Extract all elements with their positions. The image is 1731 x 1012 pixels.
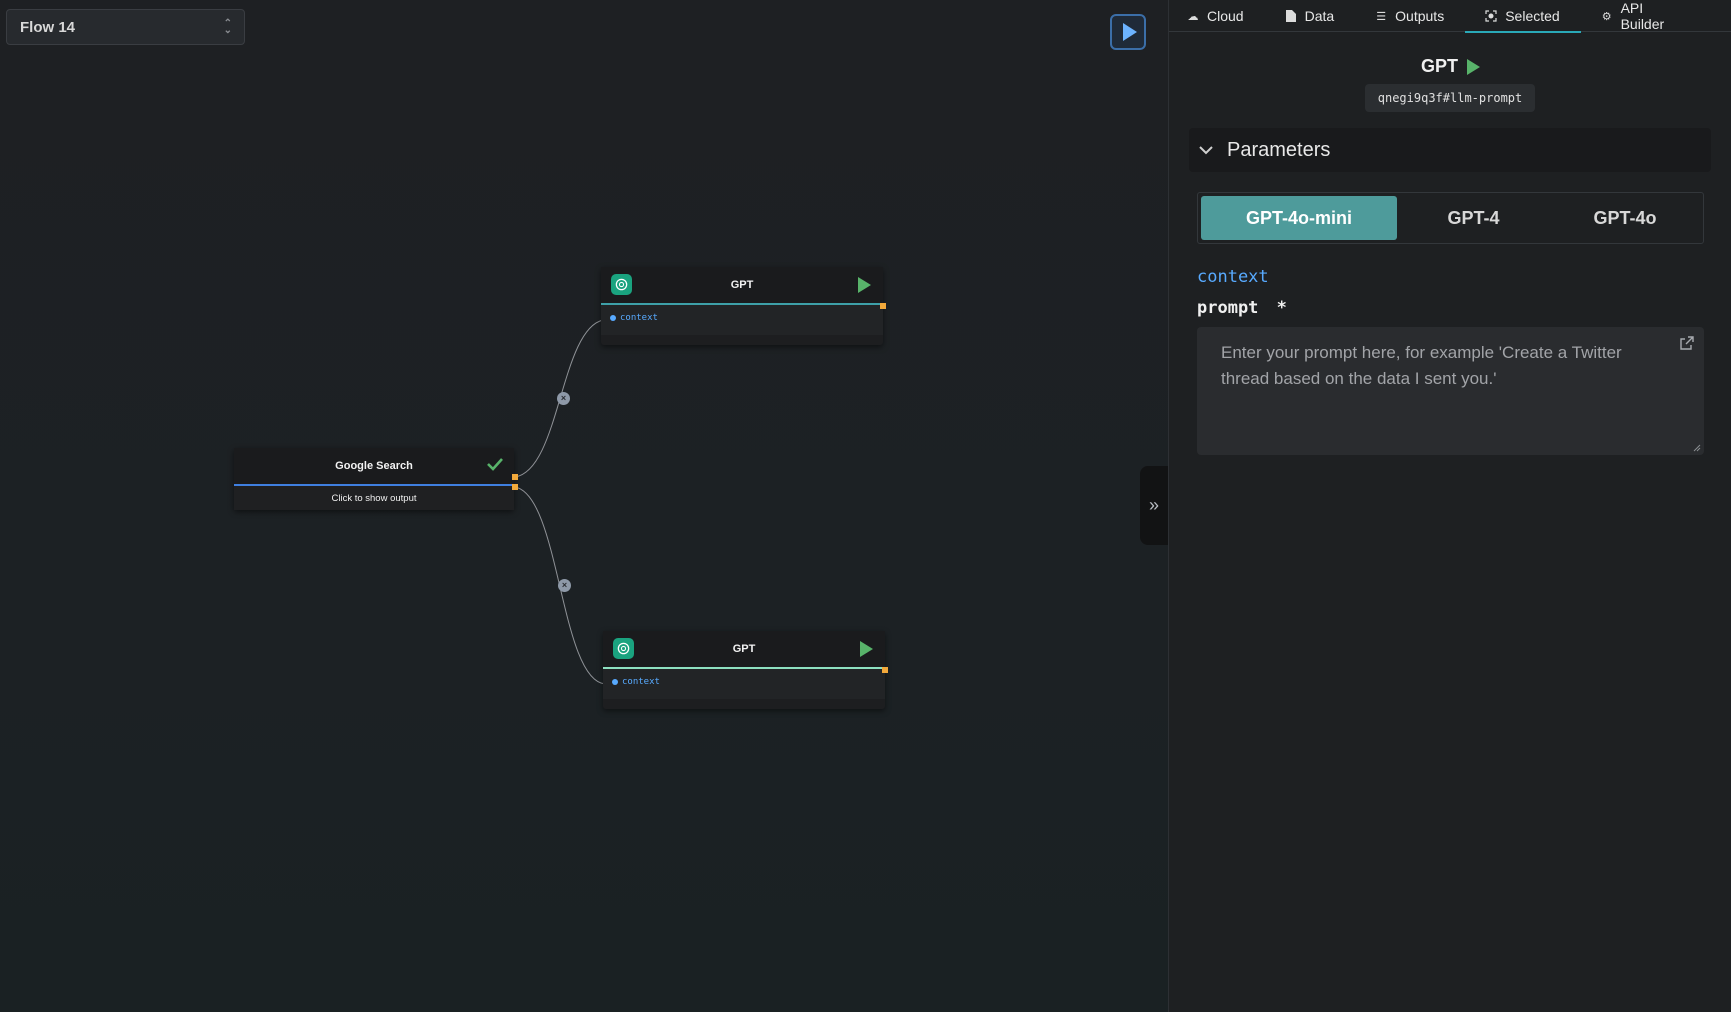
flow-select-value: Flow 14	[20, 18, 76, 36]
tab-data[interactable]: Data	[1285, 0, 1356, 32]
open-external-icon[interactable]	[1679, 335, 1695, 351]
tab-label: Cloud	[1207, 8, 1244, 24]
file-icon	[1285, 10, 1297, 22]
node-body: context	[603, 669, 885, 699]
node-title: GPT	[732, 643, 756, 655]
tab-label: API Builder	[1620, 0, 1665, 32]
output-handle[interactable]	[512, 484, 518, 490]
node-header: GPT	[601, 267, 883, 303]
node-title: Google Search	[335, 460, 413, 472]
chevrons-right-icon: »	[1148, 495, 1159, 515]
gpt-node[interactable]: GPT context	[601, 267, 883, 345]
node-footer	[603, 699, 885, 709]
output-handle[interactable]	[512, 474, 518, 480]
node-title: GPT	[730, 279, 754, 291]
input-dot-icon	[612, 679, 618, 685]
tab-selected[interactable]: Selected	[1465, 0, 1582, 33]
input-dot-icon	[610, 315, 616, 321]
run-flow-button[interactable]	[1110, 14, 1146, 50]
chevron-updown-icon: ⌃ ⌄	[223, 18, 232, 36]
play-icon	[1123, 23, 1137, 41]
openai-icon	[613, 638, 634, 659]
node-header: GPT	[603, 631, 885, 667]
model-option-gpt-4o[interactable]: GPT-4o	[1550, 196, 1700, 240]
required-mark: *	[1276, 298, 1287, 318]
input-context[interactable]: context	[612, 677, 876, 687]
gears-icon: ⚙	[1601, 10, 1612, 23]
tab-label: Selected	[1505, 8, 1560, 24]
model-selector: GPT-4o-mini GPT-4 GPT-4o	[1197, 192, 1704, 244]
play-icon[interactable]	[1467, 58, 1480, 75]
model-option-gpt-4o-mini[interactable]: GPT-4o-mini	[1201, 196, 1397, 240]
list-icon: ☰	[1376, 10, 1387, 23]
flow-select[interactable]: Flow 14 ⌃ ⌄	[6, 9, 245, 45]
google-search-node[interactable]: Google Search Click to show output	[234, 448, 514, 510]
node-footer	[601, 335, 883, 345]
prompt-field-label: prompt *	[1197, 298, 1287, 318]
collapse-panel-button[interactable]: »	[1140, 466, 1168, 545]
tab-api-builder[interactable]: ⚙ API Builder	[1601, 0, 1711, 32]
resize-handle-icon[interactable]	[1691, 442, 1701, 452]
tab-outputs[interactable]: ☰ Outputs	[1375, 0, 1465, 32]
openai-icon	[611, 274, 632, 295]
input-label: context	[620, 313, 658, 323]
target-icon	[1485, 10, 1497, 22]
tab-label: Data	[1304, 8, 1335, 24]
side-panel: ☁ Cloud Data ☰ Outputs Selected ⚙ API Bu…	[1168, 0, 1731, 1012]
prompt-label-text: prompt	[1197, 298, 1259, 318]
edge-delete-button[interactable]: ×	[558, 579, 571, 592]
selected-node-title: GPT	[1169, 56, 1731, 77]
node-body: context	[601, 305, 883, 335]
gpt-node[interactable]: GPT context	[603, 631, 885, 709]
output-handle[interactable]	[880, 303, 886, 309]
edge-delete-button[interactable]: ×	[557, 392, 570, 405]
prompt-input[interactable]	[1197, 327, 1704, 455]
flow-canvas[interactable]: Flow 14 ⌃ ⌄ Google Search Click to show o…	[0, 0, 1168, 1012]
output-handle[interactable]	[882, 667, 888, 673]
model-option-gpt-4[interactable]: GPT-4	[1397, 196, 1550, 240]
edges-layer	[514, 319, 606, 685]
tab-label: Outputs	[1395, 8, 1445, 24]
play-icon[interactable]	[858, 277, 871, 293]
selected-node-name: GPT	[1420, 56, 1458, 76]
node-header: Google Search	[234, 448, 514, 484]
check-icon	[487, 458, 503, 471]
cloud-icon: ☁	[1187, 10, 1199, 23]
chevron-down-icon	[1199, 142, 1213, 158]
show-output-link[interactable]: Click to show output	[234, 486, 514, 510]
input-label: context	[622, 677, 660, 687]
context-field-label: context	[1197, 267, 1269, 287]
parameters-section-toggle[interactable]: Parameters	[1189, 128, 1711, 172]
panel-tabs: ☁ Cloud Data ☰ Outputs Selected ⚙ API Bu…	[1169, 0, 1731, 33]
section-title: Parameters	[1227, 138, 1331, 161]
input-context[interactable]: context	[610, 313, 874, 323]
tab-cloud[interactable]: ☁ Cloud	[1187, 0, 1265, 32]
node-id-badge: qnegi9q3f#llm-prompt	[1365, 84, 1535, 112]
play-icon[interactable]	[860, 641, 873, 657]
